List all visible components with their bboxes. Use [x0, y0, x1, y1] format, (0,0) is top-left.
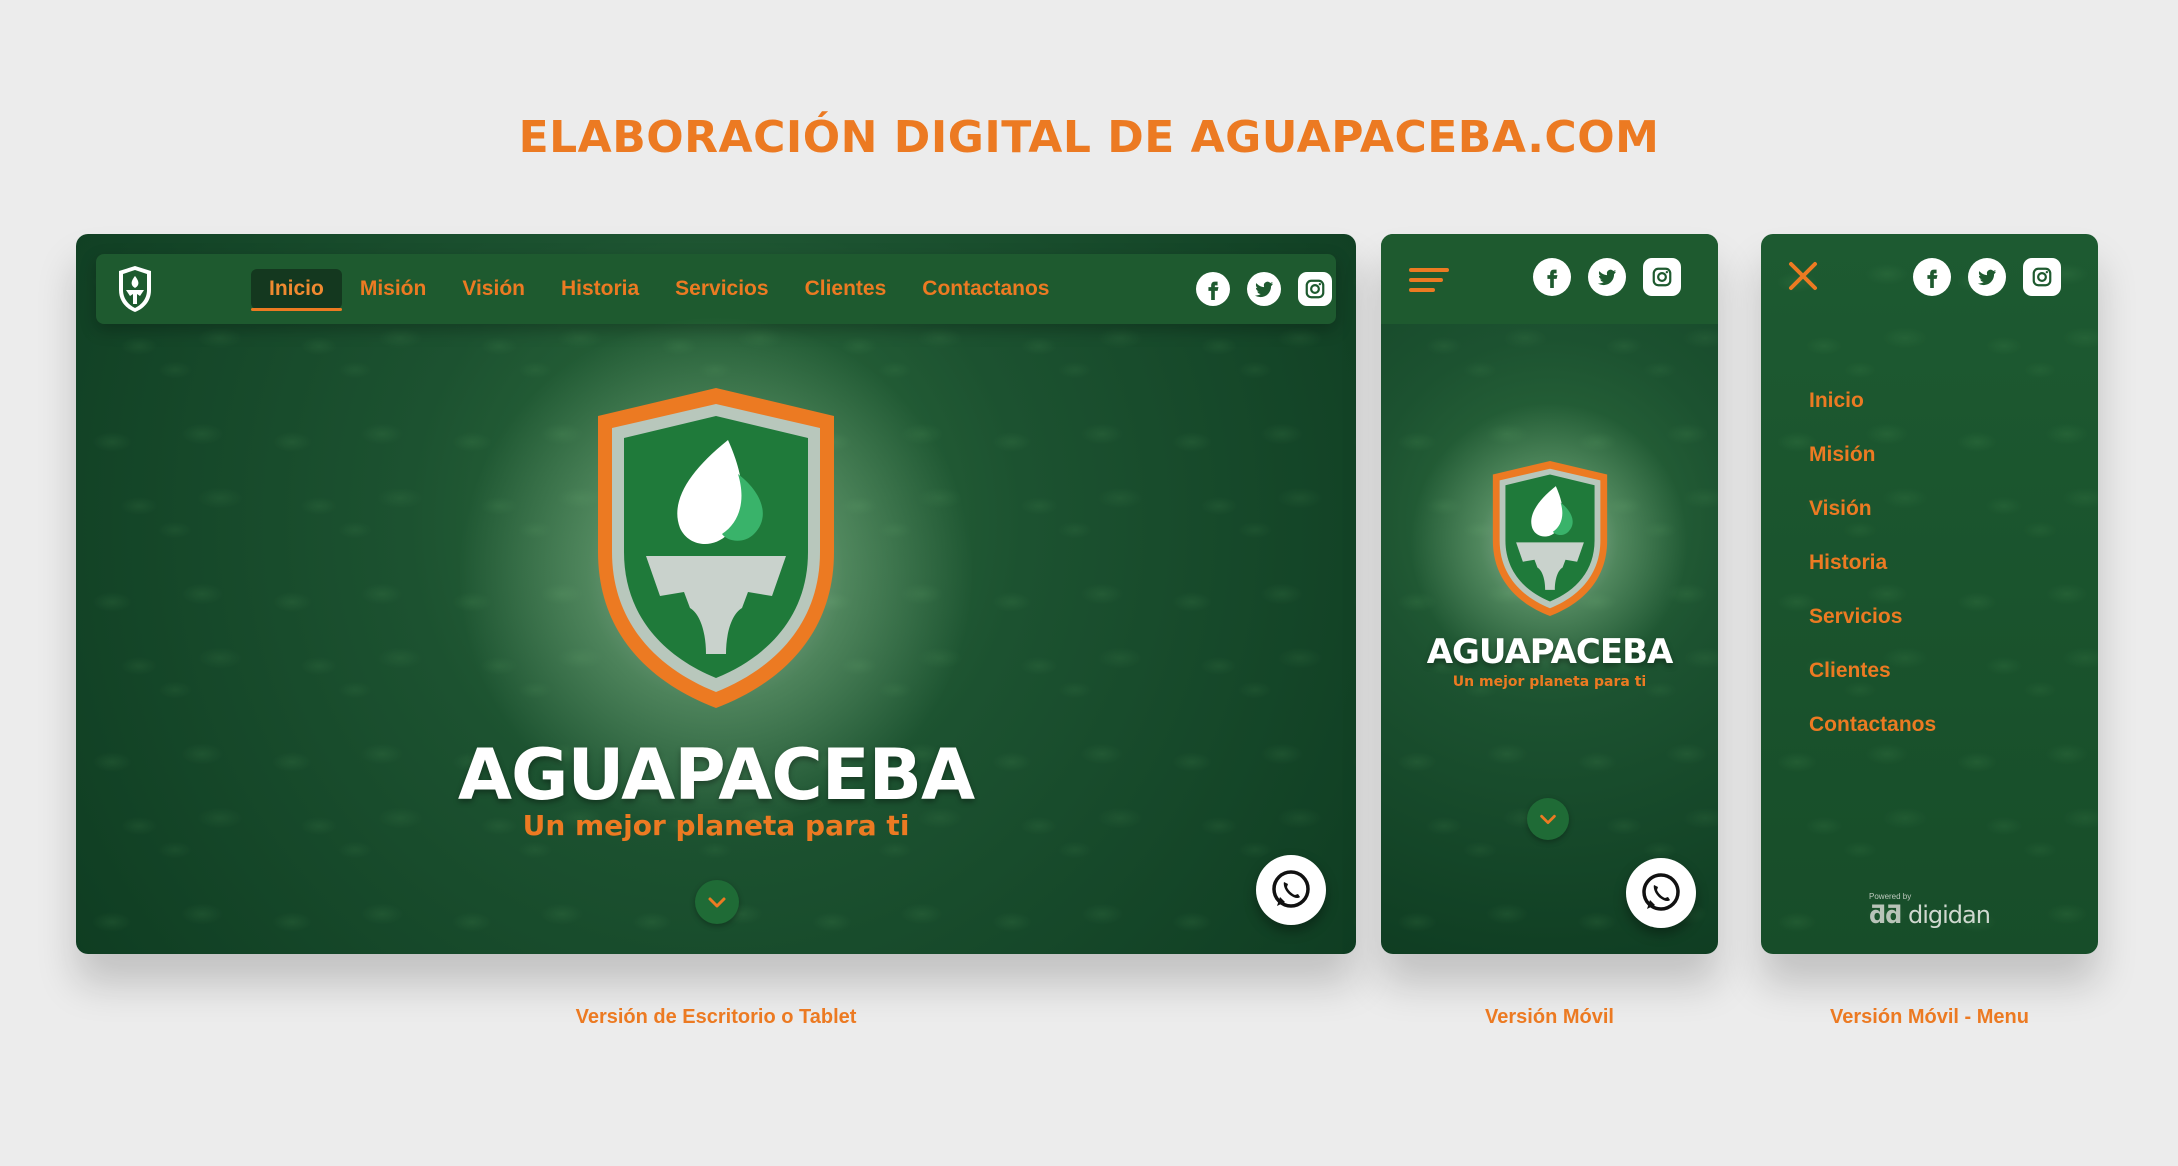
- whatsapp-button[interactable]: [1256, 855, 1326, 925]
- instagram-icon[interactable]: [1298, 272, 1332, 306]
- caption-mobile: Versión Móvil: [1485, 1006, 1614, 1028]
- mobile-screen: AGUAPACEBA Un mejor planeta para ti: [1381, 234, 1718, 954]
- powered-by-label: Powered by: [1869, 892, 1912, 901]
- brand-shield-logo: [598, 388, 834, 708]
- caption-mobile-menu: Versión Móvil - Menu: [1830, 1006, 2029, 1028]
- close-icon[interactable]: [1783, 256, 1823, 296]
- chevron-down-icon: [708, 897, 726, 908]
- digidan-logo[interactable]: ƌƌ digidan: [1869, 901, 1991, 929]
- digidan-mark-icon: ƌƌ: [1869, 901, 1902, 929]
- caption-desktop: Versión de Escritorio o Tablet: [575, 1006, 857, 1028]
- powered-by-footer: Powered by ƌƌ digidan: [1869, 892, 1991, 929]
- mobile-menu-screen: Inicio Misión Visión Historia Servicios …: [1761, 234, 2098, 954]
- nav-item-mision[interactable]: Misión: [342, 269, 445, 309]
- whatsapp-icon: [1642, 873, 1680, 911]
- desktop-nav-links: Inicio Misión Visión Historia Servicios …: [251, 254, 1067, 324]
- menu-item-clientes[interactable]: Clientes: [1809, 644, 1936, 698]
- hero-tagline: Un mejor planeta para ti: [1452, 674, 1647, 690]
- mobile-menu-list: Inicio Misión Visión Historia Servicios …: [1809, 374, 1936, 752]
- menu-item-servicios[interactable]: Servicios: [1809, 590, 1936, 644]
- twitter-icon[interactable]: [1247, 272, 1281, 306]
- desktop-screen: Inicio Misión Visión Historia Servicios …: [76, 234, 1356, 954]
- nav-item-vision[interactable]: Visión: [444, 269, 543, 309]
- whatsapp-icon: [1272, 870, 1310, 908]
- menu-item-mision[interactable]: Misión: [1809, 428, 1936, 482]
- chevron-down-icon: [1540, 814, 1556, 825]
- nav-item-clientes[interactable]: Clientes: [787, 269, 905, 309]
- page-title: ELABORACIÓN DIGITAL DE AGUAPACEBA.COM: [518, 112, 1660, 163]
- instagram-icon[interactable]: [2023, 258, 2061, 296]
- hero-brand-title: AGUAPACEBA: [1426, 632, 1674, 672]
- nav-item-inicio[interactable]: Inicio: [251, 269, 342, 311]
- whatsapp-button[interactable]: [1626, 858, 1696, 928]
- facebook-icon[interactable]: [1196, 272, 1230, 306]
- desktop-social-links: [1196, 272, 1332, 306]
- nav-item-servicios[interactable]: Servicios: [657, 269, 786, 309]
- digidan-wordmark: digidan: [1908, 901, 1991, 929]
- menu-item-vision[interactable]: Visión: [1809, 482, 1936, 536]
- mobile-navbar: [1381, 234, 1718, 324]
- menu-social-links: [1913, 258, 2061, 296]
- mobile-social-links: [1533, 258, 1681, 296]
- brand-shield-logo: [1492, 460, 1608, 616]
- menu-item-historia[interactable]: Historia: [1809, 536, 1936, 590]
- menu-item-contactanos[interactable]: Contactanos: [1809, 698, 1936, 752]
- menu-item-inicio[interactable]: Inicio: [1809, 374, 1936, 428]
- facebook-icon[interactable]: [1533, 258, 1571, 296]
- nav-item-contactanos[interactable]: Contactanos: [904, 269, 1067, 309]
- instagram-icon[interactable]: [1643, 258, 1681, 296]
- hero-tagline: Un mejor planeta para ti: [522, 809, 910, 842]
- nav-item-historia[interactable]: Historia: [543, 269, 657, 309]
- logo-icon[interactable]: [116, 264, 154, 314]
- hero-brand-title: AGUAPACEBA: [457, 734, 975, 816]
- scroll-down-button[interactable]: [695, 880, 739, 924]
- hamburger-icon[interactable]: [1409, 268, 1449, 296]
- facebook-icon[interactable]: [1913, 258, 1951, 296]
- twitter-icon[interactable]: [1588, 258, 1626, 296]
- scroll-down-button[interactable]: [1527, 798, 1569, 840]
- twitter-icon[interactable]: [1968, 258, 2006, 296]
